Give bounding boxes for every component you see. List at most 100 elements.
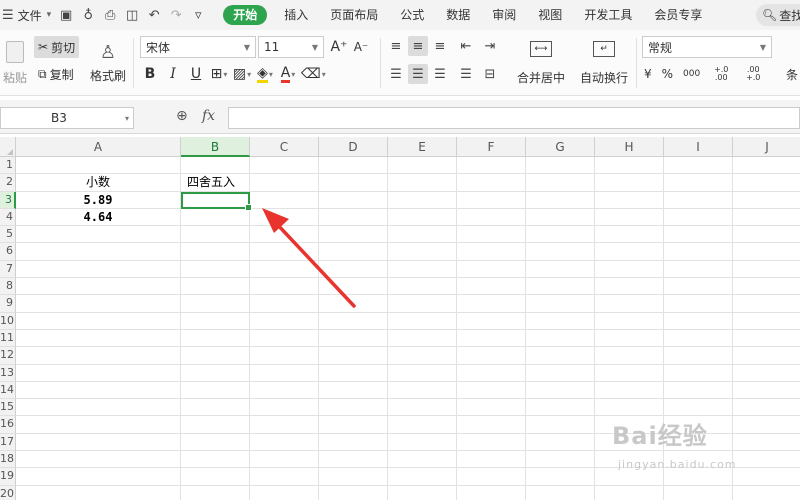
cell[interactable] (595, 347, 664, 365)
cell[interactable] (733, 347, 800, 365)
increase-font-button[interactable]: A⁺ (330, 36, 348, 58)
cell[interactable] (388, 226, 457, 244)
cell[interactable] (388, 433, 457, 452)
cell[interactable] (388, 295, 457, 313)
cell-a[interactable] (16, 364, 181, 382)
more-icon[interactable]: ▿ (187, 4, 209, 26)
cell[interactable] (388, 278, 457, 296)
cell[interactable] (319, 208, 388, 227)
cell[interactable] (526, 468, 595, 486)
cell[interactable] (250, 295, 319, 313)
cell[interactable] (733, 209, 800, 227)
cell-a[interactable] (16, 399, 181, 417)
cell[interactable] (250, 312, 319, 330)
cell-b[interactable] (181, 329, 250, 348)
cell[interactable] (250, 347, 319, 365)
paste-button[interactable]: 粘贴 (0, 36, 30, 90)
column-header-g[interactable]: G (526, 137, 595, 157)
cell[interactable] (457, 485, 526, 500)
cell[interactable] (733, 295, 800, 313)
cell-a[interactable] (16, 243, 181, 261)
cell[interactable] (664, 208, 733, 227)
cell[interactable] (388, 451, 457, 469)
cell[interactable] (250, 468, 319, 486)
cell[interactable] (250, 451, 319, 469)
cut-button[interactable]: ✂ 剪切 (34, 36, 80, 58)
cell[interactable] (595, 260, 664, 279)
percent-button[interactable]: % (662, 67, 673, 81)
cell[interactable] (319, 157, 388, 175)
cell[interactable] (388, 485, 457, 500)
cell[interactable] (319, 468, 388, 486)
row-header[interactable]: 12 (0, 347, 16, 365)
fill-color-button[interactable]: ◈ ▾ (255, 63, 275, 85)
formula-input[interactable] (228, 107, 800, 129)
decrease-font-button[interactable]: A⁻ (352, 36, 370, 58)
cell[interactable] (388, 243, 457, 261)
cell[interactable] (457, 174, 526, 192)
cell[interactable] (595, 312, 664, 330)
cell[interactable] (457, 468, 526, 486)
cell[interactable] (595, 191, 664, 209)
cell[interactable] (319, 329, 388, 348)
cell[interactable] (319, 191, 388, 209)
cell[interactable] (595, 381, 664, 400)
cell-a[interactable] (16, 295, 181, 313)
cell-a[interactable] (16, 260, 181, 279)
cell[interactable] (526, 433, 595, 452)
print-preview-icon[interactable]: ◫ (121, 4, 143, 26)
fill-pattern-button[interactable]: ▨ ▾ (232, 63, 252, 85)
distributed-icon[interactable]: ⊟ (480, 64, 500, 84)
row-header[interactable]: 1 (0, 157, 16, 175)
cell[interactable] (250, 157, 319, 175)
cell[interactable] (457, 157, 526, 175)
cell[interactable] (388, 174, 457, 192)
cell[interactable] (526, 226, 595, 244)
column-header-i[interactable]: I (664, 137, 733, 157)
cell[interactable] (388, 468, 457, 486)
cell[interactable] (457, 451, 526, 469)
row-header[interactable]: 13 (0, 364, 16, 382)
cell[interactable] (388, 260, 457, 279)
cell[interactable] (526, 347, 595, 365)
cell[interactable] (250, 208, 319, 227)
row-header[interactable]: 17 (0, 433, 16, 452)
number-format-select[interactable]: 常规 ▼ (642, 36, 772, 58)
column-header-h[interactable]: H (595, 137, 664, 157)
cell-a[interactable] (16, 468, 181, 486)
cell[interactable] (319, 416, 388, 434)
cell-a[interactable] (16, 329, 181, 348)
cell[interactable] (250, 329, 319, 348)
cell[interactable] (319, 278, 388, 296)
undo-icon[interactable]: ↶ (143, 4, 165, 26)
tab-member[interactable]: 会员专享 (643, 0, 713, 30)
format-painter-button[interactable]: ♙ 格式刷 (88, 36, 128, 90)
cell[interactable] (457, 399, 526, 417)
cell[interactable] (664, 157, 733, 175)
cell[interactable] (595, 295, 664, 313)
cell-a[interactable] (16, 226, 181, 244)
cell-b[interactable] (181, 208, 250, 227)
align-left-icon[interactable]: ☰ (386, 64, 406, 84)
cell[interactable] (526, 381, 595, 400)
cell[interactable] (595, 208, 664, 227)
cell[interactable] (664, 191, 733, 209)
cell[interactable] (457, 226, 526, 244)
cell-b[interactable] (181, 451, 250, 469)
borders-button[interactable]: ⊞ ▾ (209, 63, 229, 85)
cell-a[interactable]: 5.89 (16, 191, 181, 209)
cell[interactable] (388, 329, 457, 348)
cell[interactable] (595, 243, 664, 261)
cell[interactable] (457, 381, 526, 400)
cell-a[interactable] (16, 157, 181, 175)
cell[interactable] (457, 278, 526, 296)
cell-a[interactable] (16, 347, 181, 365)
cell[interactable] (319, 312, 388, 330)
search-box[interactable]: 🔍︎ 查找 (756, 4, 800, 26)
column-header-j[interactable]: J (733, 137, 800, 157)
cell-b[interactable] (181, 243, 250, 261)
cell[interactable] (526, 191, 595, 209)
cell[interactable] (319, 433, 388, 452)
row-header[interactable]: 16 (0, 416, 16, 434)
cell[interactable] (388, 208, 457, 227)
